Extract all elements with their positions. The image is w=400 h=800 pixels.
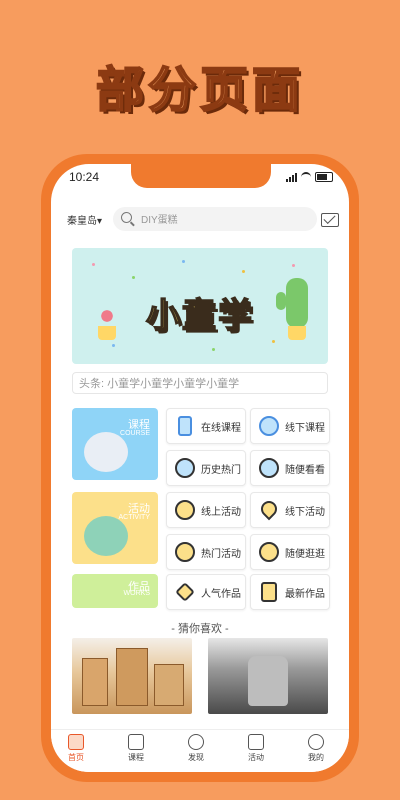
banner-confetti — [182, 260, 185, 263]
headline-label: 头条: — [79, 378, 105, 390]
banner-confetti — [132, 276, 135, 279]
tile-label: 热门活动 — [201, 549, 241, 560]
tab-discover[interactable]: 发现 — [171, 734, 221, 763]
tab-profile[interactable]: 我的 — [291, 734, 341, 763]
tile-label: 最新作品 — [285, 589, 325, 600]
phone-icon — [178, 416, 192, 436]
tile-latest-works[interactable]: 最新作品 — [250, 574, 330, 610]
tile-label: 在线课程 — [201, 423, 241, 434]
search-icon — [259, 542, 279, 562]
guess-you-like-title: - 猜你喜欢 - — [171, 623, 229, 635]
top-bar: 秦皇岛▾ — [51, 204, 349, 234]
cardboard-building-image — [154, 664, 184, 706]
guitar-icon — [259, 416, 279, 436]
status-icons — [286, 172, 333, 182]
tile-stroll[interactable]: 随便逛逛 — [250, 534, 330, 570]
phone-screen: 10:24 秦皇岛▾ 小童学 — [51, 164, 349, 772]
category-subtitle: ACTIVITY — [118, 514, 150, 521]
banner-confetti — [92, 263, 95, 266]
map-icon — [248, 734, 264, 750]
cardboard-tower-image — [116, 648, 148, 706]
tab-label: 课程 — [128, 753, 144, 762]
discover-icon — [188, 734, 204, 750]
tab-label: 首页 — [68, 753, 84, 762]
book-icon — [128, 734, 144, 750]
bulb-icon — [175, 542, 195, 562]
category-works[interactable]: 作品 WORKS — [72, 574, 158, 608]
category-subtitle: WORKS — [123, 590, 150, 597]
banner-title: 小童学 — [145, 295, 254, 337]
tab-course[interactable]: 课程 — [111, 734, 161, 763]
clock-icon — [175, 458, 195, 478]
profile-icon — [308, 734, 324, 750]
headline-bar[interactable]: 头条: 小童学小童学小童学小童学 — [72, 372, 328, 394]
signal-icon — [286, 172, 297, 182]
status-time: 10:24 — [69, 170, 100, 184]
banner-confetti — [272, 340, 275, 343]
tab-label: 我的 — [308, 753, 324, 762]
globe-icon — [84, 516, 128, 556]
home-icon — [68, 734, 84, 750]
pottery-image — [248, 656, 288, 706]
wifi-icon — [301, 172, 311, 182]
city-selector[interactable]: 秦皇岛▾ — [67, 212, 102, 227]
tile-label: 历史热门 — [201, 465, 241, 476]
banner[interactable]: 小童学 — [72, 248, 328, 364]
chevron-down-icon: ▾ — [97, 216, 103, 227]
tile-label: 线下课程 — [285, 423, 325, 434]
paint-palette-icon — [84, 432, 128, 472]
cardboard-house-image — [82, 658, 108, 706]
tab-home[interactable]: 首页 — [51, 734, 101, 763]
tile-offline-course[interactable]: 线下课程 — [250, 408, 330, 444]
tile-label: 人气作品 — [201, 589, 241, 600]
message-icon[interactable] — [321, 213, 339, 227]
battery-icon — [315, 172, 333, 182]
bottom-tab-bar: 首页 课程 发现 活动 我的 — [51, 729, 349, 772]
recommend-card-2[interactable] — [208, 638, 328, 714]
banner-confetti — [112, 344, 115, 347]
category-subtitle: COURSE — [120, 430, 150, 437]
phone-frame: 10:24 秦皇岛▾ 小童学 — [41, 154, 359, 782]
tile-browse-random[interactable]: 随便看看 — [250, 450, 330, 486]
search-icon — [259, 458, 279, 478]
banner-confetti — [212, 348, 215, 351]
banner-confetti — [242, 270, 245, 273]
tile-popular-works[interactable]: 人气作品 — [166, 574, 246, 610]
tile-label: 线上活动 — [201, 507, 241, 518]
diamond-icon — [175, 582, 195, 602]
tab-label: 发现 — [188, 753, 204, 762]
search-icon — [121, 212, 132, 223]
chat-icon — [175, 500, 195, 520]
category-activity[interactable]: 活动 ACTIVITY — [72, 492, 158, 564]
city-label: 秦皇岛 — [67, 216, 97, 227]
tile-label: 线下活动 — [285, 507, 325, 518]
tile-online-course[interactable]: 在线课程 — [166, 408, 246, 444]
tile-label: 随便逛逛 — [285, 549, 325, 560]
location-icon — [257, 497, 281, 521]
poster-title: 部分页面 — [95, 61, 304, 119]
notch — [131, 164, 271, 188]
tile-online-activity[interactable]: 线上活动 — [166, 492, 246, 528]
tile-hot-activity[interactable]: 热门活动 — [166, 534, 246, 570]
recommend-card-1[interactable] — [72, 638, 192, 714]
search-bar[interactable] — [113, 207, 317, 233]
tab-activity[interactable]: 活动 — [231, 734, 281, 763]
tab-label: 活动 — [248, 753, 264, 762]
tile-history-popular[interactable]: 历史热门 — [166, 450, 246, 486]
document-icon — [261, 582, 277, 602]
search-input[interactable] — [139, 207, 313, 233]
banner-confetti — [292, 264, 295, 267]
tile-offline-activity[interactable]: 线下活动 — [250, 492, 330, 528]
category-course[interactable]: 课程 COURSE — [72, 408, 158, 480]
headline-text: 小童学小童学小童学小童学 — [107, 378, 240, 390]
tile-label: 随便看看 — [285, 465, 325, 476]
